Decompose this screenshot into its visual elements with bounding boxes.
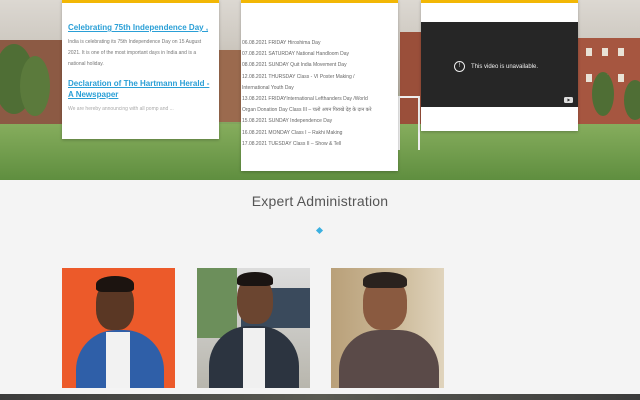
figure-hair: [363, 272, 407, 288]
figure-body: [339, 330, 439, 388]
event-item: 07.08.2021 SATURDAY National Handloom Da…: [242, 51, 350, 58]
news-list: Celebrating 75th Independence Day , Indi…: [68, 22, 214, 120]
news-link-hartmann-herald[interactable]: Declaration of The Hartmann Herald - A N…: [68, 78, 214, 100]
event-item: 16.08.2021 MONDAY Class I – Rakhi Making: [242, 129, 343, 136]
card-accent-bar: [241, 0, 398, 3]
tree-left-2: [20, 56, 50, 116]
event-item: 08.08.2021 SUNDAY Quit India Movement Da…: [242, 62, 347, 69]
plant-background: [197, 268, 237, 338]
building-center: [219, 50, 241, 122]
goal-post: [398, 96, 420, 150]
youtube-icon[interactable]: [564, 97, 573, 103]
card-accent-bar: [421, 0, 578, 3]
tree-right: [592, 72, 614, 116]
info-icon: !: [454, 61, 465, 72]
diamond-divider-icon: [315, 226, 324, 235]
events-scroll-list[interactable]: 06.08.2021 FRIDAY Hiroshima Day 07.08.20…: [241, 38, 398, 150]
news-link-independence-day[interactable]: Celebrating 75th Independence Day ,: [68, 22, 214, 33]
card-accent-bar: [62, 0, 219, 3]
news-excerpt: We are hereby announcing with all pomp a…: [68, 106, 174, 112]
event-item: 15.08.2021 SUNDAY Independence Day: [242, 118, 333, 125]
profile-photo-2[interactable]: [197, 268, 310, 388]
figure-shirt: [106, 332, 130, 388]
footer-image-strip: [0, 394, 640, 400]
video-message-text: This video is unavailable.: [471, 63, 539, 70]
events-card: 06.08.2021 FRIDAY Hiroshima Day 07.08.20…: [241, 0, 398, 171]
event-item: 06.08.2021 FRIDAY Hiroshima Day: [242, 40, 321, 46]
profile-photo-1[interactable]: [62, 268, 175, 388]
tree-right-2: [624, 80, 640, 120]
profile-photo-3[interactable]: [331, 268, 444, 388]
news-excerpt: India is celebrating its 75th Independen…: [68, 39, 202, 67]
section-title: Expert Administration: [251, 193, 389, 209]
event-item: 12.08.2021 THURSDAY Class - VI Poster Ma…: [242, 73, 355, 80]
event-item: 17.08.2021 TUESDAY Class II – Show & Tel…: [242, 140, 342, 147]
event-item: International Youth Day: [242, 84, 294, 91]
event-item: 13.08.2021 FRIDAYInternational Lefthande…: [242, 96, 368, 103]
figure-shirt: [243, 328, 265, 388]
news-card: Celebrating 75th Independence Day , Indi…: [62, 0, 219, 139]
video-card: ! This video is unavailable.: [421, 0, 578, 131]
video-player[interactable]: ! This video is unavailable.: [421, 22, 578, 107]
video-unavailable-message: ! This video is unavailable.: [454, 61, 538, 72]
figure-hair: [237, 272, 273, 286]
figure-hair: [96, 276, 134, 292]
event-item: Organ Donation Day Class III – चलो अपन प…: [242, 107, 372, 114]
